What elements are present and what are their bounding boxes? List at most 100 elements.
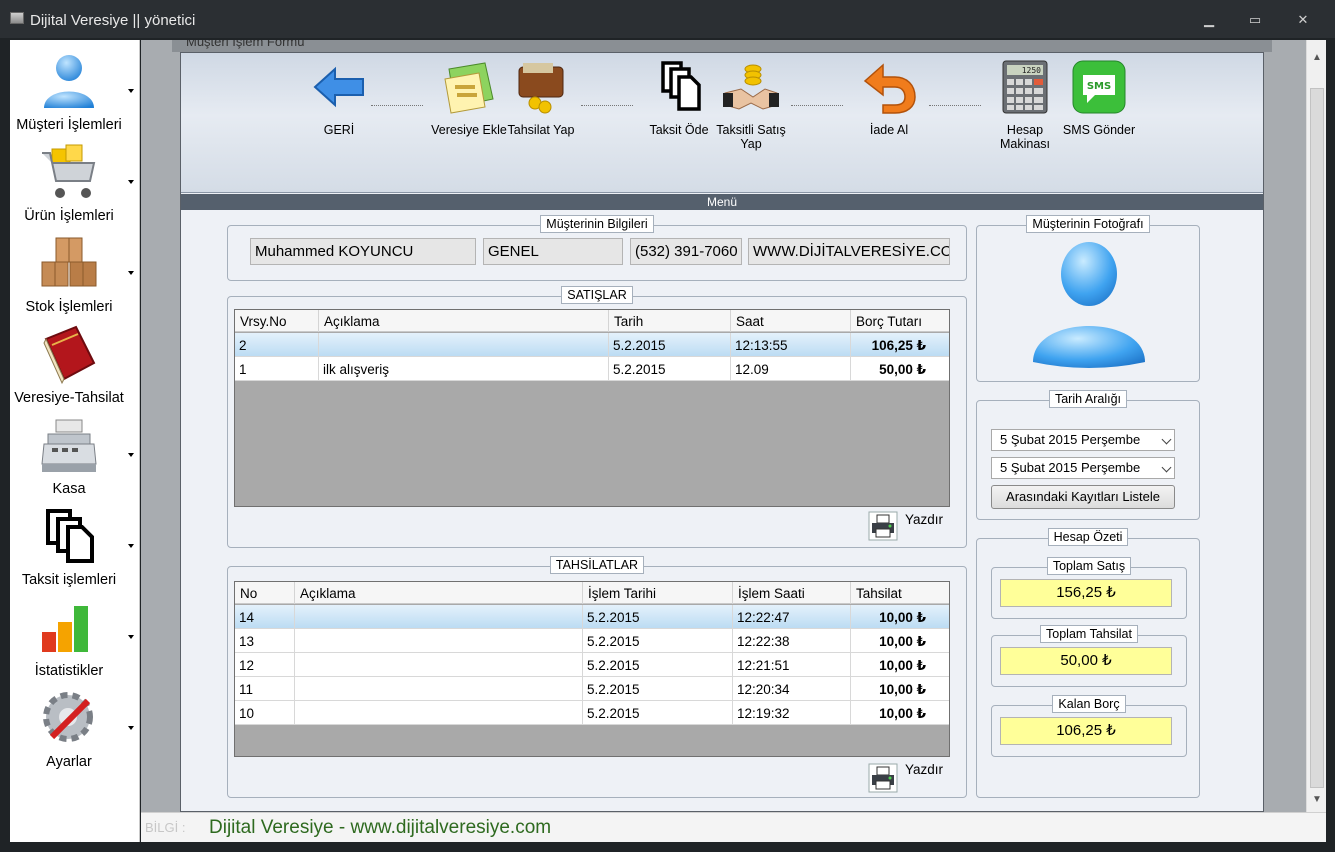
sidebar-item-label: Ayarlar <box>46 754 92 770</box>
print-payments-label[interactable]: Yazdır <box>905 762 943 777</box>
sidebar-item-credit[interactable]: Veresiye-Tahsilat <box>10 317 140 408</box>
account-summary-group: Hesap Özeti Toplam Satış 156,25 ₺ Toplam… <box>976 528 1200 798</box>
customer-name-field[interactable]: Muhammed KOYUNCU <box>250 238 476 265</box>
column-header[interactable]: No <box>235 582 295 604</box>
toolbar: GERİ Veresiye Ekle Tahsilat Yap Taksit Ö… <box>181 53 1263 193</box>
customer-photo-group: Müşterinin Fotoğrafı <box>976 215 1200 382</box>
sales-group: SATIŞLAR Vrsy.No Açıklama Tarih Saat Bor… <box>227 286 967 548</box>
calculator-money-icon <box>444 62 494 114</box>
sidebar-item-label: Müşteri İşlemleri <box>16 117 122 133</box>
account-summary-title: Hesap Özeti <box>1047 528 1129 546</box>
sidebar-item-installments[interactable]: Taksit işlemleri <box>10 499 140 590</box>
table-row[interactable]: 1 ilk alışveriş 5.2.2015 12.09 50,00 ₺ <box>235 357 949 381</box>
child-window-title: Müşteri İşlem Formu <box>186 40 305 49</box>
table-row[interactable]: 12 5.2.2015 12:21:51 10,00 ₺ <box>235 653 949 677</box>
user-avatar-icon <box>1033 242 1145 368</box>
window-titlebar: Dijital Veresiye || yönetici ▁ ▭ ✕ <box>0 0 1335 38</box>
customer-form: GERİ Veresiye Ekle Tahsilat Yap Taksit Ö… <box>180 52 1264 812</box>
app-icon <box>10 12 24 24</box>
undo-arrow-icon <box>863 63 916 114</box>
chevron-down-icon <box>128 726 134 730</box>
customer-website-field[interactable]: WWW.DİJİTALVERESİYE.COM <box>748 238 950 265</box>
sms-icon: SMS <box>1072 60 1126 114</box>
sidebar-item-cash[interactable]: Kasa <box>10 408 140 499</box>
calculator-icon: 1250 <box>1002 60 1048 114</box>
back-button[interactable]: GERİ <box>299 59 379 169</box>
table-row[interactable]: 2 5.2.2015 12:13:55 106,25 ₺ <box>235 333 949 357</box>
calculator-button[interactable]: 1250 Hesap Makinası <box>985 59 1065 169</box>
remaining-debt-value: 106,25 ₺ <box>1000 717 1172 745</box>
sales-grid[interactable]: Vrsy.No Açıklama Tarih Saat Borç Tutarı … <box>234 309 950 507</box>
end-date-picker[interactable]: 5 Şubat 2015 Perşembe <box>991 457 1175 479</box>
print-sales-label[interactable]: Yazdır <box>905 512 943 527</box>
sidebar-item-label: Ürün İşlemleri <box>24 208 114 224</box>
installment-sale-button[interactable]: Taksitli Satış Yap <box>711 59 791 169</box>
column-header[interactable]: Vrsy.No <box>235 310 319 332</box>
scroll-up-arrow-icon[interactable]: ▲ <box>1307 52 1327 63</box>
chevron-down-icon <box>1161 434 1172 445</box>
payments-grid[interactable]: No Açıklama İşlem Tarihi İşlem Saati Tah… <box>234 581 950 757</box>
installment-icon <box>46 509 94 563</box>
sidebar-item-statistics[interactable]: İstatistikler <box>10 590 140 681</box>
add-credit-button[interactable]: Veresiye Ekle <box>429 59 509 169</box>
user-icon <box>44 55 94 108</box>
bar-chart-icon <box>42 606 88 652</box>
column-header[interactable]: İşlem Saati <box>733 582 851 604</box>
chevron-down-icon <box>128 89 134 93</box>
cart-icon <box>42 144 96 198</box>
date-range-title: Tarih Aralığı <box>1048 390 1127 408</box>
chevron-down-icon <box>1161 462 1172 473</box>
total-payments-value: 50,00 ₺ <box>1000 647 1172 675</box>
customer-info-title: Müşterinin Bilgileri <box>540 215 654 233</box>
chevron-down-icon <box>128 180 134 184</box>
sidebar-item-label: Taksit işlemleri <box>21 572 117 588</box>
start-date-picker[interactable]: 5 Şubat 2015 Perşembe <box>991 429 1175 451</box>
book-icon <box>43 325 96 385</box>
send-sms-button[interactable]: SMS SMS Gönder <box>1059 59 1139 169</box>
column-header[interactable]: Tahsilat <box>851 582 949 604</box>
printer-icon[interactable] <box>868 511 898 541</box>
column-header[interactable]: Borç Tutarı <box>851 310 949 332</box>
customer-phone-field[interactable]: (532) 391-7060 <box>630 238 742 265</box>
table-row[interactable]: 14 5.2.2015 12:22:47 10,00 ₺ <box>235 605 949 629</box>
customer-photo-title: Müşterinin Fotoğrafı <box>1026 215 1150 233</box>
maximize-button[interactable]: ▭ <box>1244 12 1266 30</box>
sidebar: Müşteri İşlemleri Ürün İşlemleri Stok İş… <box>10 40 140 842</box>
sidebar-item-settings[interactable]: Ayarlar <box>10 681 140 772</box>
sales-title: SATIŞLAR <box>561 286 633 304</box>
table-row[interactable]: 13 5.2.2015 12:22:38 10,00 ₺ <box>235 629 949 653</box>
scrollbar-thumb[interactable] <box>1310 88 1324 788</box>
status-bar: BİLGİ : Dijital Veresiye - www.dijitalve… <box>141 812 1326 842</box>
take-payment-button[interactable]: Tahsilat Yap <box>501 59 581 169</box>
total-payments-box: Toplam Tahsilat 50,00 ₺ <box>991 625 1187 687</box>
pay-installment-button[interactable]: Taksit Öde <box>639 59 719 169</box>
vertical-scrollbar[interactable]: ▲ ▼ <box>1306 40 1326 812</box>
close-button[interactable]: ✕ <box>1292 12 1314 30</box>
printer-icon[interactable] <box>868 763 898 793</box>
settings-icon <box>43 692 93 742</box>
scroll-down-arrow-icon[interactable]: ▼ <box>1307 794 1327 805</box>
minimize-button[interactable]: ▁ <box>1198 12 1220 30</box>
wallet-icon <box>518 63 564 114</box>
payments-group: TAHSİLATLAR No Açıklama İşlem Tarihi İşl… <box>227 556 967 798</box>
date-range-group: Tarih Aralığı 5 Şubat 2015 Perşembe 5 Şu… <box>976 390 1200 520</box>
column-header[interactable]: Saat <box>731 310 851 332</box>
column-header[interactable]: Tarih <box>609 310 731 332</box>
sidebar-item-stock[interactable]: Stok İşlemleri <box>10 226 140 317</box>
list-records-button[interactable]: Arasındaki Kayıtları Listele <box>991 485 1175 509</box>
customer-info-group: Müşterinin Bilgileri Muhammed KOYUNCU GE… <box>227 215 967 281</box>
table-row[interactable]: 10 5.2.2015 12:19:32 10,00 ₺ <box>235 701 949 725</box>
cash-register-icon <box>41 419 97 472</box>
payments-title: TAHSİLATLAR <box>549 556 645 574</box>
toolbar-separator <box>929 105 981 106</box>
customer-group-field[interactable]: GENEL <box>483 238 623 265</box>
sidebar-item-label: İstatistikler <box>34 663 104 679</box>
table-row[interactable]: 11 5.2.2015 12:20:34 10,00 ₺ <box>235 677 949 701</box>
column-header[interactable]: Açıklama <box>295 582 583 604</box>
sidebar-item-customers[interactable]: Müşteri İşlemleri <box>10 44 140 135</box>
column-header[interactable]: Açıklama <box>319 310 609 332</box>
total-payments-label: Toplam Tahsilat <box>1040 625 1138 643</box>
column-header[interactable]: İşlem Tarihi <box>583 582 733 604</box>
sidebar-item-products[interactable]: Ürün İşlemleri <box>10 135 140 226</box>
return-button[interactable]: İade Al <box>849 59 929 169</box>
